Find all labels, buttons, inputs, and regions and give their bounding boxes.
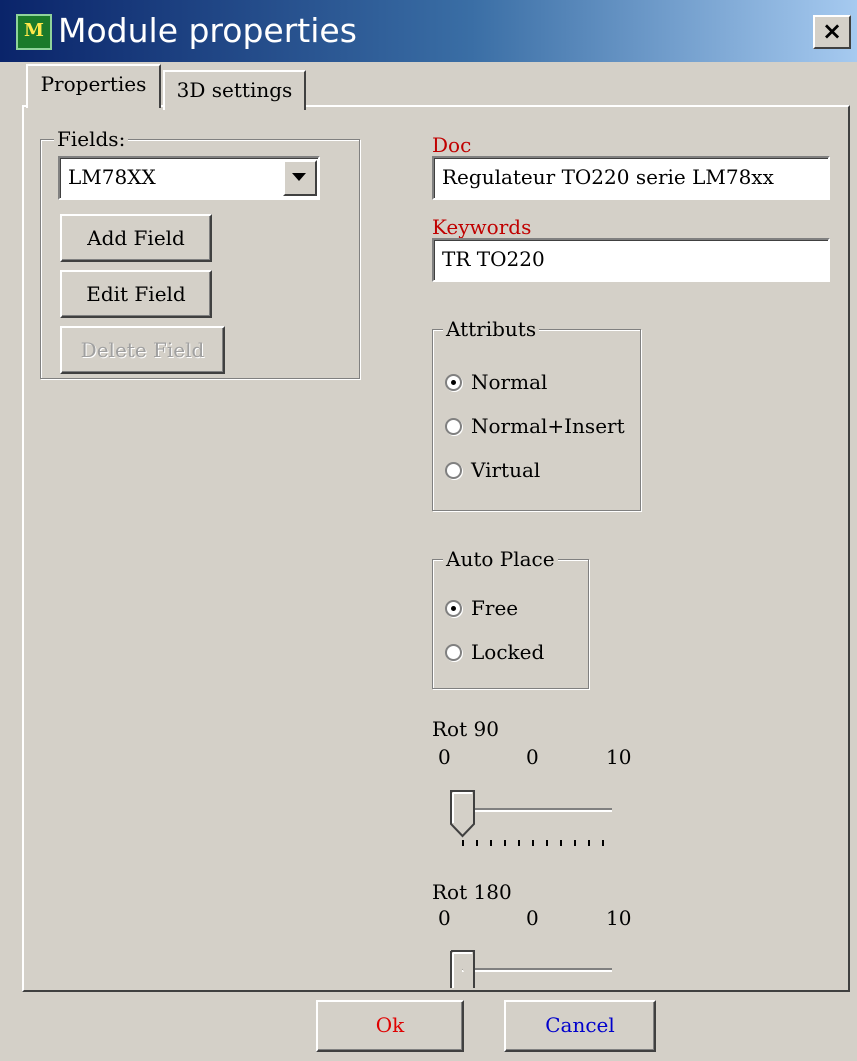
rot180-max: 10 bbox=[606, 906, 632, 930]
attributs-group-label: Attributs bbox=[443, 317, 540, 341]
slider-tick bbox=[504, 840, 506, 846]
radio-unchecked-icon bbox=[445, 644, 462, 661]
radio-autoplace-locked[interactable]: Locked bbox=[445, 639, 544, 665]
cancel-button-label: Cancel bbox=[545, 1013, 615, 1037]
doc-label: Doc bbox=[432, 133, 472, 157]
slider-tick bbox=[574, 840, 576, 846]
rot180-min: 0 bbox=[438, 906, 451, 930]
rot90-min: 0 bbox=[438, 745, 451, 769]
add-field-button[interactable]: Add Field bbox=[60, 214, 212, 262]
rot180-label: Rot 180 bbox=[432, 880, 512, 904]
radio-checked-icon bbox=[445, 600, 462, 617]
ok-button[interactable]: Ok bbox=[316, 1000, 464, 1052]
rot90-slider-track[interactable] bbox=[462, 808, 612, 812]
slider-tick bbox=[462, 840, 464, 846]
tab-3d-settings[interactable]: 3D settings bbox=[163, 70, 306, 110]
window-title: Module properties bbox=[58, 11, 357, 50]
doc-field[interactable]: Regulateur TO220 serie LM78xx bbox=[432, 156, 830, 200]
cancel-button[interactable]: Cancel bbox=[504, 1000, 656, 1052]
radio-autoplace-free[interactable]: Free bbox=[445, 595, 518, 621]
rot90-value: 0 bbox=[526, 745, 539, 769]
slider-tick bbox=[532, 840, 534, 846]
keywords-field[interactable]: TR TO220 bbox=[432, 238, 830, 282]
chevron-down-icon[interactable] bbox=[283, 160, 317, 196]
rot90-slider-thumb[interactable] bbox=[450, 790, 476, 838]
auto-place-group-label: Auto Place bbox=[443, 547, 558, 571]
slider-tick bbox=[588, 840, 590, 846]
slider-tick bbox=[490, 840, 492, 846]
radio-checked-icon bbox=[445, 374, 462, 391]
slider-tick bbox=[518, 840, 520, 846]
close-button[interactable]: × bbox=[813, 15, 851, 49]
fields-group-label: Fields: bbox=[54, 127, 129, 151]
slider-tick bbox=[546, 840, 548, 846]
rot180-slider-thumb[interactable] bbox=[450, 950, 476, 988]
radio-attr-normal-insert[interactable]: Normal+Insert bbox=[445, 413, 625, 439]
app-module-icon: M bbox=[16, 14, 52, 50]
ok-button-label: Ok bbox=[375, 1013, 405, 1037]
radio-unchecked-icon bbox=[445, 462, 462, 479]
rot90-tick-marks bbox=[462, 840, 604, 850]
radio-unchecked-icon bbox=[445, 418, 462, 435]
close-icon: × bbox=[821, 17, 843, 45]
radio-attr-normal[interactable]: Normal bbox=[445, 369, 547, 395]
slider-tick bbox=[602, 840, 604, 846]
fields-dropdown[interactable]: LM78XX bbox=[58, 156, 320, 200]
rot90-max: 10 bbox=[606, 745, 632, 769]
slider-tick bbox=[560, 840, 562, 846]
edit-field-button[interactable]: Edit Field bbox=[60, 270, 212, 318]
tab-properties[interactable]: Properties bbox=[26, 64, 161, 108]
radio-attr-virtual[interactable]: Virtual bbox=[445, 457, 540, 483]
keywords-label: Keywords bbox=[432, 215, 532, 239]
rot90-label: Rot 90 bbox=[432, 717, 499, 741]
rot180-value: 0 bbox=[526, 906, 539, 930]
delete-field-button[interactable]: Delete Field bbox=[60, 326, 225, 374]
fields-dropdown-value: LM78XX bbox=[68, 165, 156, 189]
rot180-slider-track[interactable] bbox=[462, 968, 612, 972]
auto-place-group bbox=[432, 559, 589, 689]
slider-tick bbox=[476, 840, 478, 846]
